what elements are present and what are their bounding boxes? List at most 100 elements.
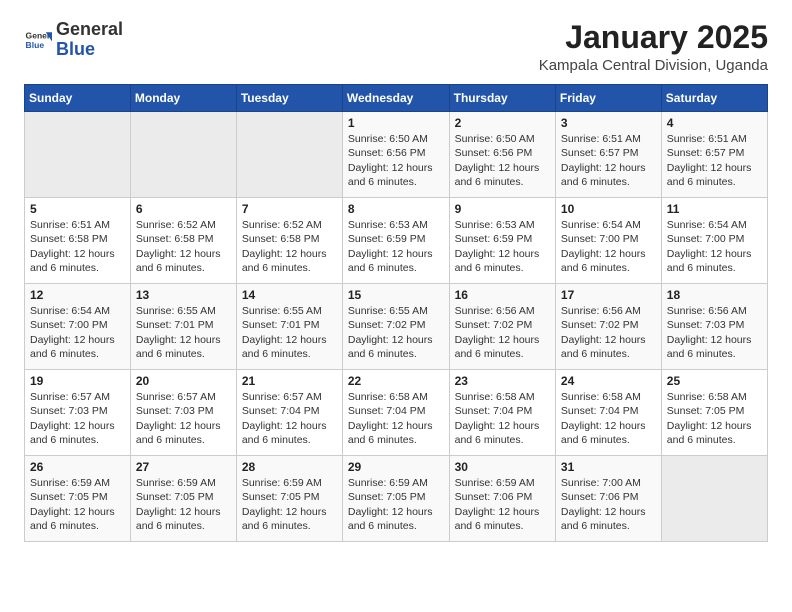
calendar-week-row: 19 Sunrise: 6:57 AM Sunset: 7:03 PM Dayli…	[25, 370, 768, 456]
day-number: 25	[667, 374, 762, 388]
day-number: 13	[136, 288, 231, 302]
calendar-week-row: 12Sunrise: 6:54 AM Sunset: 7:00 PM Dayli…	[25, 284, 768, 370]
calendar-cell: 28 Sunrise: 6:59 AM Sunset: 7:05 PM Dayli…	[236, 456, 342, 542]
calendar-cell: 9 Sunrise: 6:53 AM Sunset: 6:59 PM Daylig…	[449, 198, 555, 284]
day-number: 14	[242, 288, 337, 302]
day-number: 2	[455, 116, 550, 130]
calendar-cell: 25 Sunrise: 6:58 AM Sunset: 7:05 PM Dayli…	[661, 370, 767, 456]
day-info: Sunrise: 6:53 AM Sunset: 6:59 PM Dayligh…	[348, 218, 444, 275]
day-info: Sunrise: 6:58 AM Sunset: 7:04 PM Dayligh…	[455, 390, 550, 447]
day-number: 23	[455, 374, 550, 388]
calendar-cell: 27Sunrise: 6:59 AM Sunset: 7:05 PM Dayli…	[130, 456, 236, 542]
weekday-header-wednesday: Wednesday	[342, 85, 449, 112]
day-info: Sunrise: 6:54 AM Sunset: 7:00 PM Dayligh…	[667, 218, 762, 275]
calendar-week-row: 1 Sunrise: 6:50 AM Sunset: 6:56 PM Daylig…	[25, 112, 768, 198]
svg-text:Blue: Blue	[26, 40, 45, 50]
day-info: Sunrise: 6:52 AM Sunset: 6:58 PM Dayligh…	[136, 218, 231, 275]
day-number: 16	[455, 288, 550, 302]
day-info: Sunrise: 6:59 AM Sunset: 7:05 PM Dayligh…	[30, 476, 125, 533]
weekday-header-row: SundayMondayTuesdayWednesdayThursdayFrid…	[25, 85, 768, 112]
logo-blue-text: Blue	[56, 39, 95, 59]
day-number: 8	[348, 202, 444, 216]
calendar-cell: 31Sunrise: 7:00 AM Sunset: 7:06 PM Dayli…	[555, 456, 661, 542]
day-info: Sunrise: 6:55 AM Sunset: 7:02 PM Dayligh…	[348, 304, 444, 361]
calendar-cell: 6 Sunrise: 6:52 AM Sunset: 6:58 PM Daylig…	[130, 198, 236, 284]
calendar-cell: 23 Sunrise: 6:58 AM Sunset: 7:04 PM Dayli…	[449, 370, 555, 456]
calendar-cell	[661, 456, 767, 542]
day-info: Sunrise: 7:00 AM Sunset: 7:06 PM Dayligh…	[561, 476, 656, 533]
logo-general-text: General	[56, 19, 123, 39]
day-number: 28	[242, 460, 337, 474]
calendar-cell: 4 Sunrise: 6:51 AM Sunset: 6:57 PM Daylig…	[661, 112, 767, 198]
weekday-header-tuesday: Tuesday	[236, 85, 342, 112]
day-info: Sunrise: 6:57 AM Sunset: 7:03 PM Dayligh…	[136, 390, 231, 447]
calendar-cell: 16 Sunrise: 6:56 AM Sunset: 7:02 PM Dayli…	[449, 284, 555, 370]
day-info: Sunrise: 6:50 AM Sunset: 6:56 PM Dayligh…	[348, 132, 444, 189]
day-number: 22	[348, 374, 444, 388]
logo-icon: General Blue	[24, 26, 52, 54]
day-info: Sunrise: 6:51 AM Sunset: 6:58 PM Dayligh…	[30, 218, 125, 275]
day-info: Sunrise: 6:59 AM Sunset: 7:05 PM Dayligh…	[348, 476, 444, 533]
day-number: 29	[348, 460, 444, 474]
calendar-cell: 26 Sunrise: 6:59 AM Sunset: 7:05 PM Dayli…	[25, 456, 131, 542]
calendar-week-row: 5 Sunrise: 6:51 AM Sunset: 6:58 PM Daylig…	[25, 198, 768, 284]
day-number: 4	[667, 116, 762, 130]
day-info: Sunrise: 6:50 AM Sunset: 6:56 PM Dayligh…	[455, 132, 550, 189]
day-number: 27	[136, 460, 231, 474]
day-info: Sunrise: 6:59 AM Sunset: 7:06 PM Dayligh…	[455, 476, 550, 533]
calendar-cell: 19 Sunrise: 6:57 AM Sunset: 7:03 PM Dayli…	[25, 370, 131, 456]
logo: General Blue General Blue	[24, 20, 123, 60]
day-number: 20	[136, 374, 231, 388]
day-number: 15	[348, 288, 444, 302]
day-number: 3	[561, 116, 656, 130]
day-number: 17	[561, 288, 656, 302]
header: General Blue General Blue January 2025 K…	[24, 20, 768, 74]
day-info: Sunrise: 6:59 AM Sunset: 7:05 PM Dayligh…	[242, 476, 337, 533]
calendar-cell: 24Sunrise: 6:58 AM Sunset: 7:04 PM Dayli…	[555, 370, 661, 456]
day-info: Sunrise: 6:58 AM Sunset: 7:05 PM Dayligh…	[667, 390, 762, 447]
weekday-header-friday: Friday	[555, 85, 661, 112]
calendar-table: SundayMondayTuesdayWednesdayThursdayFrid…	[24, 84, 768, 542]
calendar-cell: 14 Sunrise: 6:55 AM Sunset: 7:01 PM Dayli…	[236, 284, 342, 370]
day-info: Sunrise: 6:55 AM Sunset: 7:01 PM Dayligh…	[242, 304, 337, 361]
weekday-header-sunday: Sunday	[25, 85, 131, 112]
weekday-header-saturday: Saturday	[661, 85, 767, 112]
day-info: Sunrise: 6:51 AM Sunset: 6:57 PM Dayligh…	[667, 132, 762, 189]
day-info: Sunrise: 6:58 AM Sunset: 7:04 PM Dayligh…	[561, 390, 656, 447]
calendar-title: January 2025	[539, 20, 768, 55]
day-info: Sunrise: 6:56 AM Sunset: 7:02 PM Dayligh…	[455, 304, 550, 361]
calendar-cell: 22Sunrise: 6:58 AM Sunset: 7:04 PM Dayli…	[342, 370, 449, 456]
day-info: Sunrise: 6:54 AM Sunset: 7:00 PM Dayligh…	[561, 218, 656, 275]
day-number: 26	[30, 460, 125, 474]
calendar-cell: 10 Sunrise: 6:54 AM Sunset: 7:00 PM Dayli…	[555, 198, 661, 284]
calendar-cell: 17 Sunrise: 6:56 AM Sunset: 7:02 PM Dayli…	[555, 284, 661, 370]
calendar-cell: 7Sunrise: 6:52 AM Sunset: 6:58 PM Daylig…	[236, 198, 342, 284]
calendar-cell: 3 Sunrise: 6:51 AM Sunset: 6:57 PM Daylig…	[555, 112, 661, 198]
day-info: Sunrise: 6:52 AM Sunset: 6:58 PM Dayligh…	[242, 218, 337, 275]
weekday-header-thursday: Thursday	[449, 85, 555, 112]
calendar-cell: 21Sunrise: 6:57 AM Sunset: 7:04 PM Dayli…	[236, 370, 342, 456]
day-number: 9	[455, 202, 550, 216]
calendar-cell	[130, 112, 236, 198]
day-number: 5	[30, 202, 125, 216]
day-info: Sunrise: 6:53 AM Sunset: 6:59 PM Dayligh…	[455, 218, 550, 275]
day-number: 1	[348, 116, 444, 130]
calendar-cell	[236, 112, 342, 198]
day-number: 30	[455, 460, 550, 474]
day-info: Sunrise: 6:55 AM Sunset: 7:01 PM Dayligh…	[136, 304, 231, 361]
day-number: 10	[561, 202, 656, 216]
calendar-week-row: 26 Sunrise: 6:59 AM Sunset: 7:05 PM Dayli…	[25, 456, 768, 542]
day-info: Sunrise: 6:56 AM Sunset: 7:03 PM Dayligh…	[667, 304, 762, 361]
calendar-subtitle: Kampala Central Division, Uganda	[539, 57, 768, 74]
calendar-cell: 12Sunrise: 6:54 AM Sunset: 7:00 PM Dayli…	[25, 284, 131, 370]
weekday-header-monday: Monday	[130, 85, 236, 112]
day-info: Sunrise: 6:57 AM Sunset: 7:03 PM Dayligh…	[30, 390, 125, 447]
calendar-cell: 20 Sunrise: 6:57 AM Sunset: 7:03 PM Dayli…	[130, 370, 236, 456]
day-info: Sunrise: 6:56 AM Sunset: 7:02 PM Dayligh…	[561, 304, 656, 361]
day-info: Sunrise: 6:54 AM Sunset: 7:00 PM Dayligh…	[30, 304, 125, 361]
day-info: Sunrise: 6:51 AM Sunset: 6:57 PM Dayligh…	[561, 132, 656, 189]
calendar-cell: 5 Sunrise: 6:51 AM Sunset: 6:58 PM Daylig…	[25, 198, 131, 284]
day-number: 6	[136, 202, 231, 216]
day-number: 19	[30, 374, 125, 388]
calendar-cell: 30 Sunrise: 6:59 AM Sunset: 7:06 PM Dayli…	[449, 456, 555, 542]
